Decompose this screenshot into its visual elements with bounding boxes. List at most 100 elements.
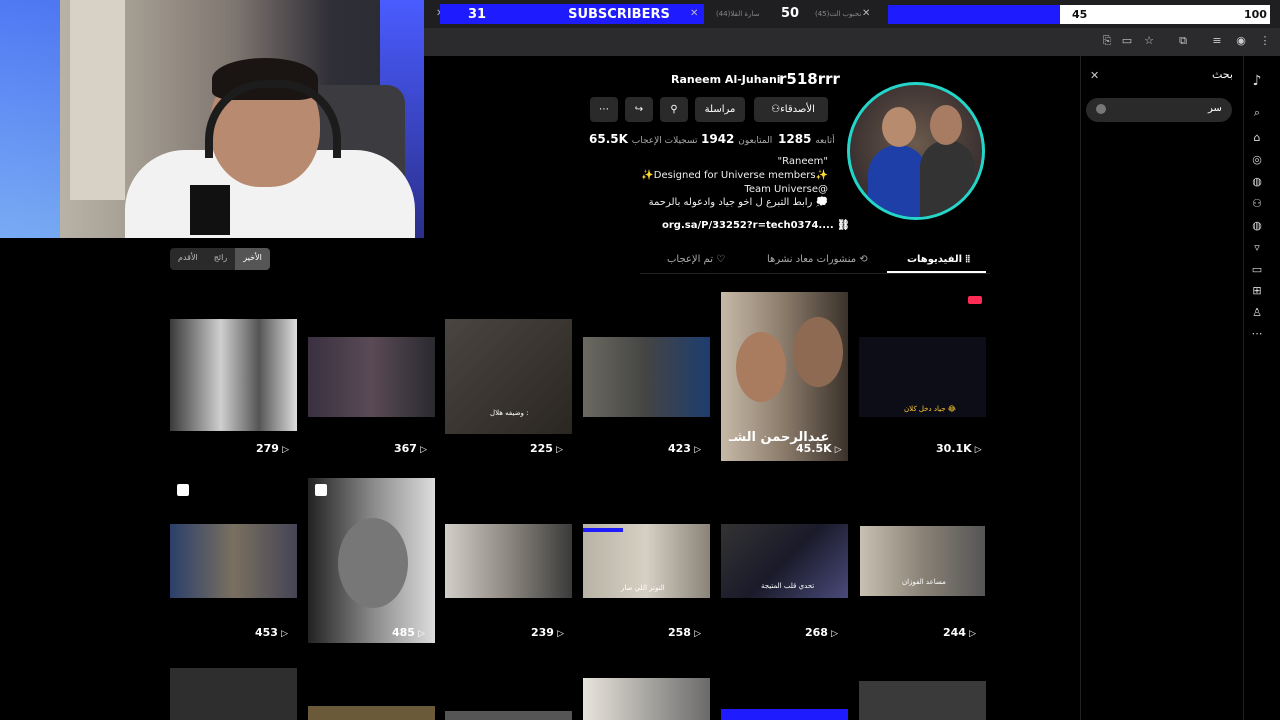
video-caption: وضيفه هلال : [490, 409, 529, 417]
sort-tab-trending[interactable]: رائج [206, 248, 235, 270]
friends-button[interactable]: ⚇ الأصدقاء [754, 97, 828, 122]
video-thumbnail[interactable]: وضيفه هلال : [445, 319, 572, 434]
video-thumbnail[interactable]: مساعد الفوزان [860, 526, 985, 596]
profile-avatar[interactable] [847, 82, 985, 220]
sort-tab-oldest[interactable]: الأقدم [170, 248, 206, 270]
video-thumbnail[interactable] [170, 668, 297, 720]
following-label: أتابعه [815, 136, 835, 146]
bio-line: ✨Designed for Universe members✨ [641, 170, 828, 181]
followers-count: 1942 [701, 132, 735, 146]
goal-target: 100 [1244, 8, 1267, 21]
search-input-value: سر [1208, 103, 1222, 114]
live-avatar-icon[interactable]: ◍ [1250, 175, 1264, 189]
video-thumbnail[interactable] [170, 319, 297, 431]
video-views: 367 [394, 442, 427, 455]
goal-bar-fill [888, 5, 1060, 24]
follow-suggest-button[interactable]: ⚲ [660, 97, 688, 122]
video-thumbnail[interactable] [308, 478, 435, 643]
profile-icon[interactable]: ◉ [1234, 34, 1248, 48]
video-thumbnail[interactable] [445, 711, 572, 720]
video-views: 453 [255, 626, 288, 639]
profile-link[interactable]: org.sa/P/33252?r=tech0374.... ⛓ [662, 220, 850, 231]
search-close-icon[interactable]: ✕ [1090, 69, 1099, 82]
tab-videos[interactable]: الفيديوهات ⦙⦙ [907, 254, 970, 265]
stat-following[interactable]: 1285 أتابعه [778, 132, 835, 146]
extensions-icon[interactable]: ⧉ [1176, 34, 1190, 48]
video-thumbnail[interactable] [859, 681, 986, 720]
avatar-face [882, 107, 916, 147]
tab-title[interactable]: (45)نحبوب الت [815, 10, 861, 18]
share-icon: ↪ [634, 104, 644, 115]
profile-nav-icon[interactable]: ♙ [1250, 306, 1264, 320]
search-icon[interactable]: ⌕ [1250, 106, 1264, 120]
video-views: 485 [392, 626, 425, 639]
likes-count: 65.5K [589, 132, 628, 146]
bookmark-star-icon[interactable]: ☆ [1142, 34, 1156, 48]
profile-link-text: org.sa/P/33252?r=tech0374.... [662, 220, 834, 231]
video-thumbnail[interactable] [445, 524, 572, 598]
activity-icon[interactable]: ▿ [1250, 241, 1264, 255]
message-button-label: مراسلة [704, 104, 736, 115]
search-title: بحث [1212, 68, 1233, 81]
followers-label: المتابعون [738, 136, 773, 146]
webcam-wall-light [0, 0, 60, 238]
stat-followers[interactable]: 1942 المتابعون [701, 132, 772, 146]
share-button[interactable]: ↪ [625, 97, 653, 122]
repost-icon: ⟲ [859, 254, 868, 265]
active-tab-indicator [887, 271, 986, 273]
video-views: 239 [531, 626, 564, 639]
video-thumbnail[interactable] [170, 524, 297, 598]
video-face [338, 518, 408, 608]
webcam-overlay [0, 0, 424, 238]
message-button[interactable]: مراسلة [695, 97, 745, 122]
video-views: 244 [943, 626, 976, 639]
video-caption: مساعد الفوزان [902, 578, 946, 586]
tab-videos-label: الفيديوهات [907, 254, 962, 265]
search-panel [1080, 56, 1244, 720]
home-icon[interactable]: ⌂ [1250, 131, 1264, 145]
avatar-face [930, 105, 962, 145]
add-user-icon: ⚲ [670, 104, 678, 115]
more-options-button[interactable]: ⋯ [590, 97, 618, 122]
video-thumbnail[interactable]: جياد دخل كلان 😂 [859, 337, 986, 417]
video-thumbnail[interactable] [308, 337, 435, 417]
tab-close-icon[interactable]: ✕ [862, 8, 870, 19]
tab-reposts[interactable]: منشورات معاد نشرها ⟲ [767, 254, 868, 265]
menu-icon[interactable]: ⋮ [1258, 34, 1272, 48]
video-bar [583, 528, 623, 532]
video-thumbnail[interactable]: النوتر اللي صار [583, 524, 710, 598]
following-icon[interactable]: ⚇ [1250, 197, 1264, 211]
translate-icon[interactable]: ⎘ [1100, 34, 1114, 48]
tab-title[interactable]: (44)سارة القلا [716, 10, 759, 18]
messages-icon[interactable]: ▭ [1250, 263, 1264, 277]
video-thumbnail[interactable] [583, 337, 710, 417]
upload-icon[interactable]: ⊞ [1250, 284, 1264, 298]
subscriber-box: 31 SUBSCRIBERS [440, 4, 704, 24]
cast-icon[interactable]: ▭ [1120, 34, 1134, 48]
tab-close-icon[interactable]: ✕ [690, 8, 698, 19]
video-thumbnail[interactable]: عبدالرحمن الشـ [721, 292, 848, 461]
video-caption: تحدي قلب المتيجة [761, 582, 815, 590]
video-thumbnail[interactable] [308, 706, 435, 720]
friends-avatar-icon[interactable]: ◍ [1250, 219, 1264, 233]
bio-line: Team Universe@ [744, 184, 828, 195]
video-thumbnail[interactable] [583, 678, 710, 720]
explore-icon[interactable]: ◎ [1250, 153, 1264, 167]
stat-likes: 65.5K تسجيلات الإعجاب [589, 132, 698, 146]
tab-liked[interactable]: تم الإعجاب ♡ [667, 254, 725, 265]
following-count: 1285 [778, 132, 812, 146]
grid-icon: ⦙⦙ [965, 254, 970, 265]
clear-search-icon[interactable] [1096, 104, 1106, 114]
friends-icon: ⚇ [771, 104, 781, 115]
photo-icon [315, 484, 327, 496]
more-icon[interactable]: ⋯ [1250, 327, 1264, 341]
tiktok-logo-icon[interactable]: ♪ [1250, 74, 1264, 88]
profile-username: r518rrr [779, 70, 840, 88]
media-icon[interactable]: ≡ [1210, 34, 1224, 48]
video-views: 279 [256, 442, 289, 455]
video-views: 225 [530, 442, 563, 455]
sort-tab-latest[interactable]: الأخير [235, 248, 270, 270]
video-thumbnail[interactable] [721, 709, 848, 720]
video-views: 423 [668, 442, 701, 455]
video-thumbnail[interactable]: تحدي قلب المتيجة [721, 524, 848, 598]
